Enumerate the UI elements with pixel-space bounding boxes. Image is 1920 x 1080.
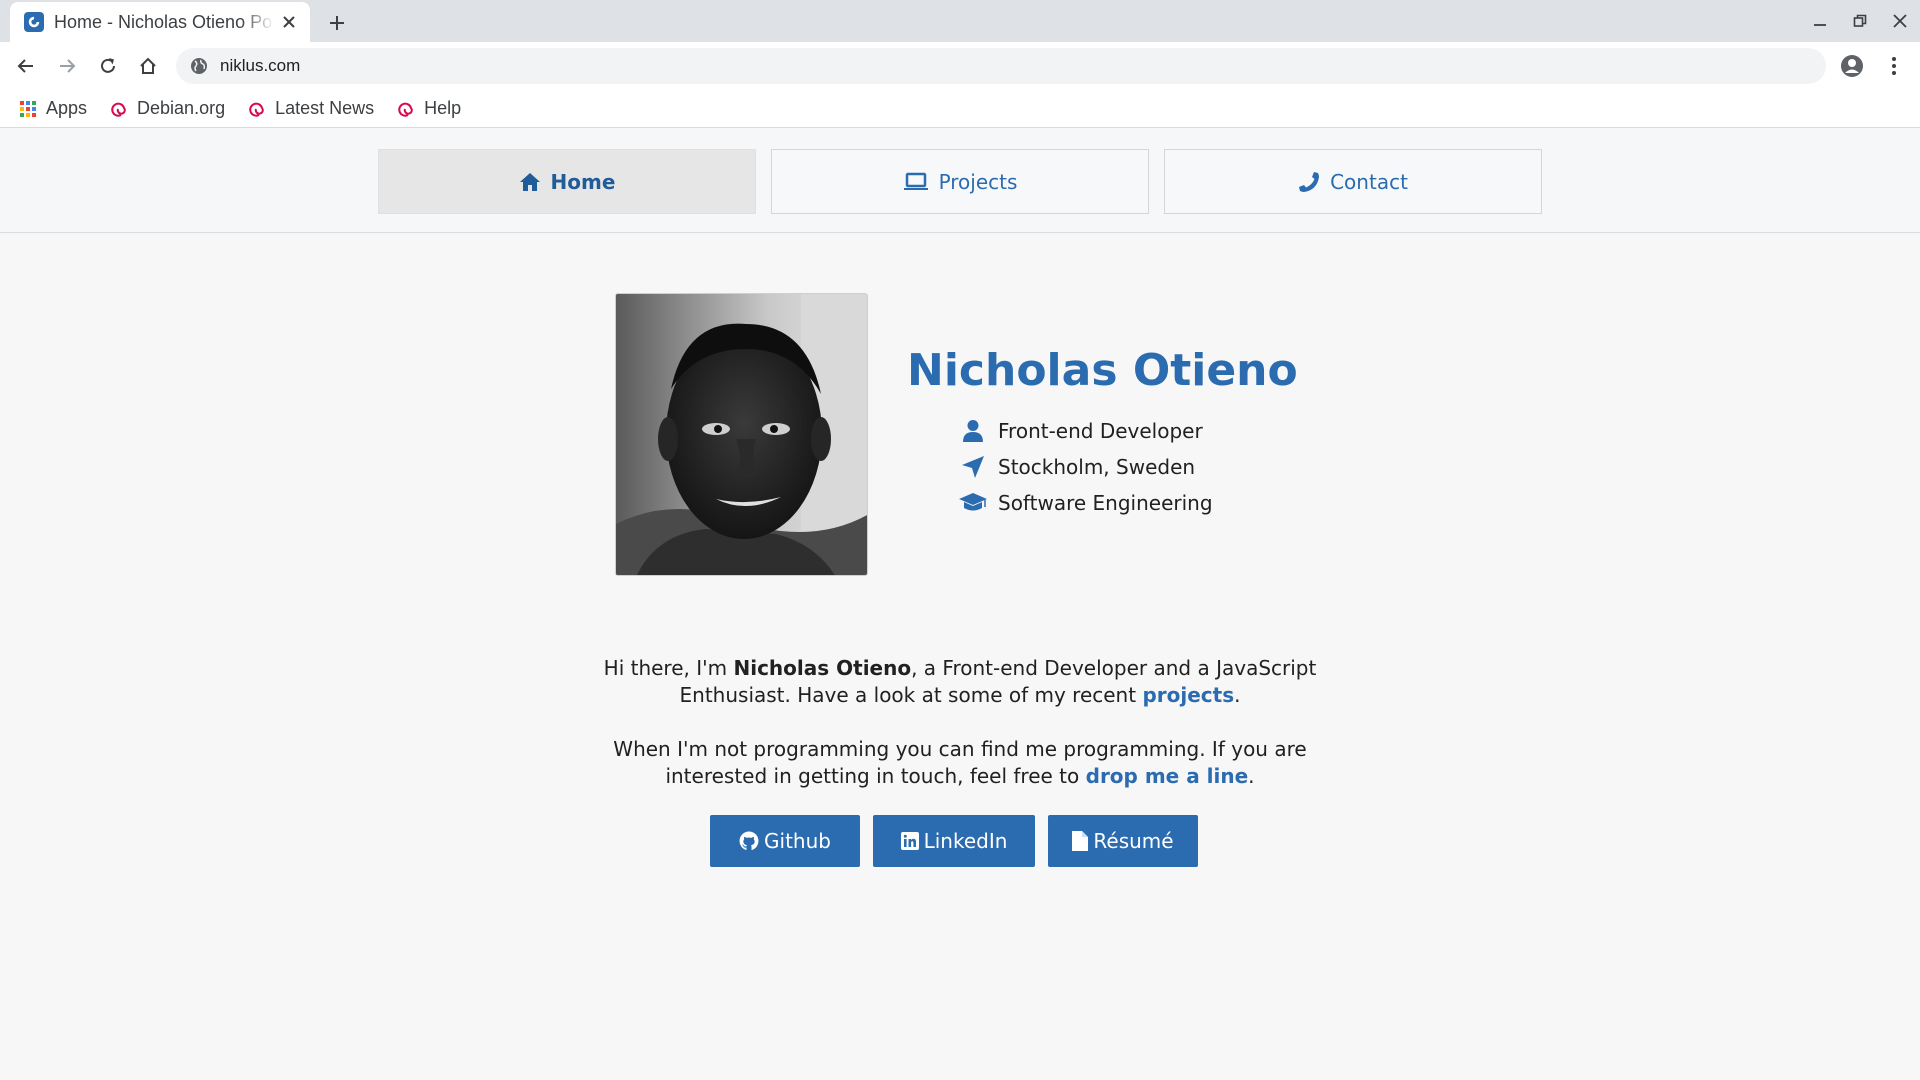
graduation-cap-icon — [958, 488, 988, 518]
bookmark-label: Latest News — [275, 98, 375, 118]
browser-menu-icon[interactable] — [1878, 50, 1910, 82]
minimize-icon[interactable] — [1800, 0, 1840, 42]
home-icon — [519, 172, 540, 191]
fact-location: Stockholm, Sweden — [958, 449, 1213, 485]
window-controls — [1800, 0, 1920, 42]
projects-link[interactable]: projects — [1142, 683, 1234, 707]
user-icon — [958, 416, 988, 446]
close-window-icon[interactable] — [1880, 0, 1920, 42]
url-text: niklus.com — [220, 56, 301, 75]
github-icon — [739, 831, 759, 850]
tab-strip: Home - Nicholas Otieno Portfolio — [0, 0, 1920, 42]
contact-link[interactable]: drop me a line — [1086, 764, 1249, 788]
bookmark-label: Debian.org — [137, 98, 226, 118]
bookmark-apps[interactable]: Apps — [18, 98, 87, 119]
bio-paragraph-1: Hi there, I'm Nicholas Otieno, a Front-e… — [560, 655, 1360, 709]
globe-icon — [188, 55, 210, 77]
bio-text: . — [1234, 683, 1241, 707]
phone-icon — [1299, 171, 1320, 192]
profile-name: Nicholas Otieno — [907, 345, 1298, 396]
browser-tab-active[interactable]: Home - Nicholas Otieno Portfolio — [10, 2, 310, 42]
bio-name-bold: Nicholas Otieno — [733, 656, 912, 680]
nav-contact[interactable]: Contact — [1164, 149, 1542, 214]
bio-text: . — [1248, 764, 1255, 788]
debian-swirl-icon — [396, 99, 416, 119]
tab-title: Home - Nicholas Otieno Portfolio — [54, 11, 274, 32]
nav-projects-label: Projects — [938, 169, 1018, 194]
bio-paragraph-2: When I'm not programming you can find me… — [560, 736, 1360, 790]
apps-grid-icon — [18, 99, 38, 119]
new-tab-plus-icon[interactable] — [322, 8, 352, 38]
github-button[interactable]: Github — [710, 815, 860, 867]
bookmarks-bar: Apps Debian.org Latest News Help — [0, 90, 1920, 128]
restore-icon[interactable] — [1840, 0, 1880, 42]
site-favicon-icon — [24, 12, 44, 32]
debian-swirl-icon — [109, 99, 129, 119]
fact-location-text: Stockholm, Sweden — [998, 455, 1196, 479]
bio-text: Hi there, I'm — [603, 656, 734, 680]
bookmark-help[interactable]: Help — [396, 98, 461, 119]
bio-section: Hi there, I'm Nicholas Otieno, a Front-e… — [560, 655, 1360, 817]
forward-arrow-icon[interactable] — [51, 50, 83, 82]
file-icon — [1072, 831, 1089, 851]
address-bar[interactable]: niklus.com — [176, 48, 1826, 84]
github-label: Github — [764, 829, 831, 853]
linkedin-button[interactable]: LinkedIn — [873, 815, 1035, 867]
fact-role: Front-end Developer — [958, 413, 1213, 449]
social-buttons: Github LinkedIn Résumé — [0, 815, 1920, 867]
nav-contact-label: Contact — [1330, 169, 1408, 194]
linkedin-label: LinkedIn — [923, 829, 1008, 853]
debian-swirl-icon — [247, 99, 267, 119]
profile-photo — [615, 293, 868, 576]
bookmark-debian[interactable]: Debian.org — [109, 98, 225, 119]
browser-toolbar: niklus.com — [0, 42, 1920, 90]
back-arrow-icon[interactable] — [10, 50, 42, 82]
fact-role-text: Front-end Developer — [998, 419, 1203, 443]
site-navigation: Home Projects Contact — [0, 129, 1920, 233]
resume-button[interactable]: Résumé — [1048, 815, 1198, 867]
tab-close-icon[interactable] — [278, 11, 300, 33]
fact-education-text: Software Engineering — [998, 491, 1213, 515]
location-arrow-icon — [958, 452, 988, 482]
nav-projects[interactable]: Projects — [771, 149, 1149, 214]
bookmark-label: Help — [424, 98, 462, 118]
linkedin-icon — [900, 832, 919, 850]
bookmark-latest-news[interactable]: Latest News — [247, 98, 374, 119]
profile-facts: Front-end Developer Stockholm, Sweden So… — [958, 413, 1213, 521]
page-content: Home Projects Contact Nicholas Otieno Fr… — [0, 129, 1920, 1080]
home-browser-icon[interactable] — [132, 50, 164, 82]
bookmark-label: Apps — [46, 98, 88, 118]
resume-label: Résumé — [1093, 829, 1174, 853]
nav-home-label: Home — [550, 169, 616, 194]
laptop-icon — [903, 172, 928, 190]
account-avatar-icon[interactable] — [1836, 50, 1868, 82]
nav-home[interactable]: Home — [378, 149, 756, 214]
reload-icon[interactable] — [92, 50, 124, 82]
fact-education: Software Engineering — [958, 485, 1213, 521]
